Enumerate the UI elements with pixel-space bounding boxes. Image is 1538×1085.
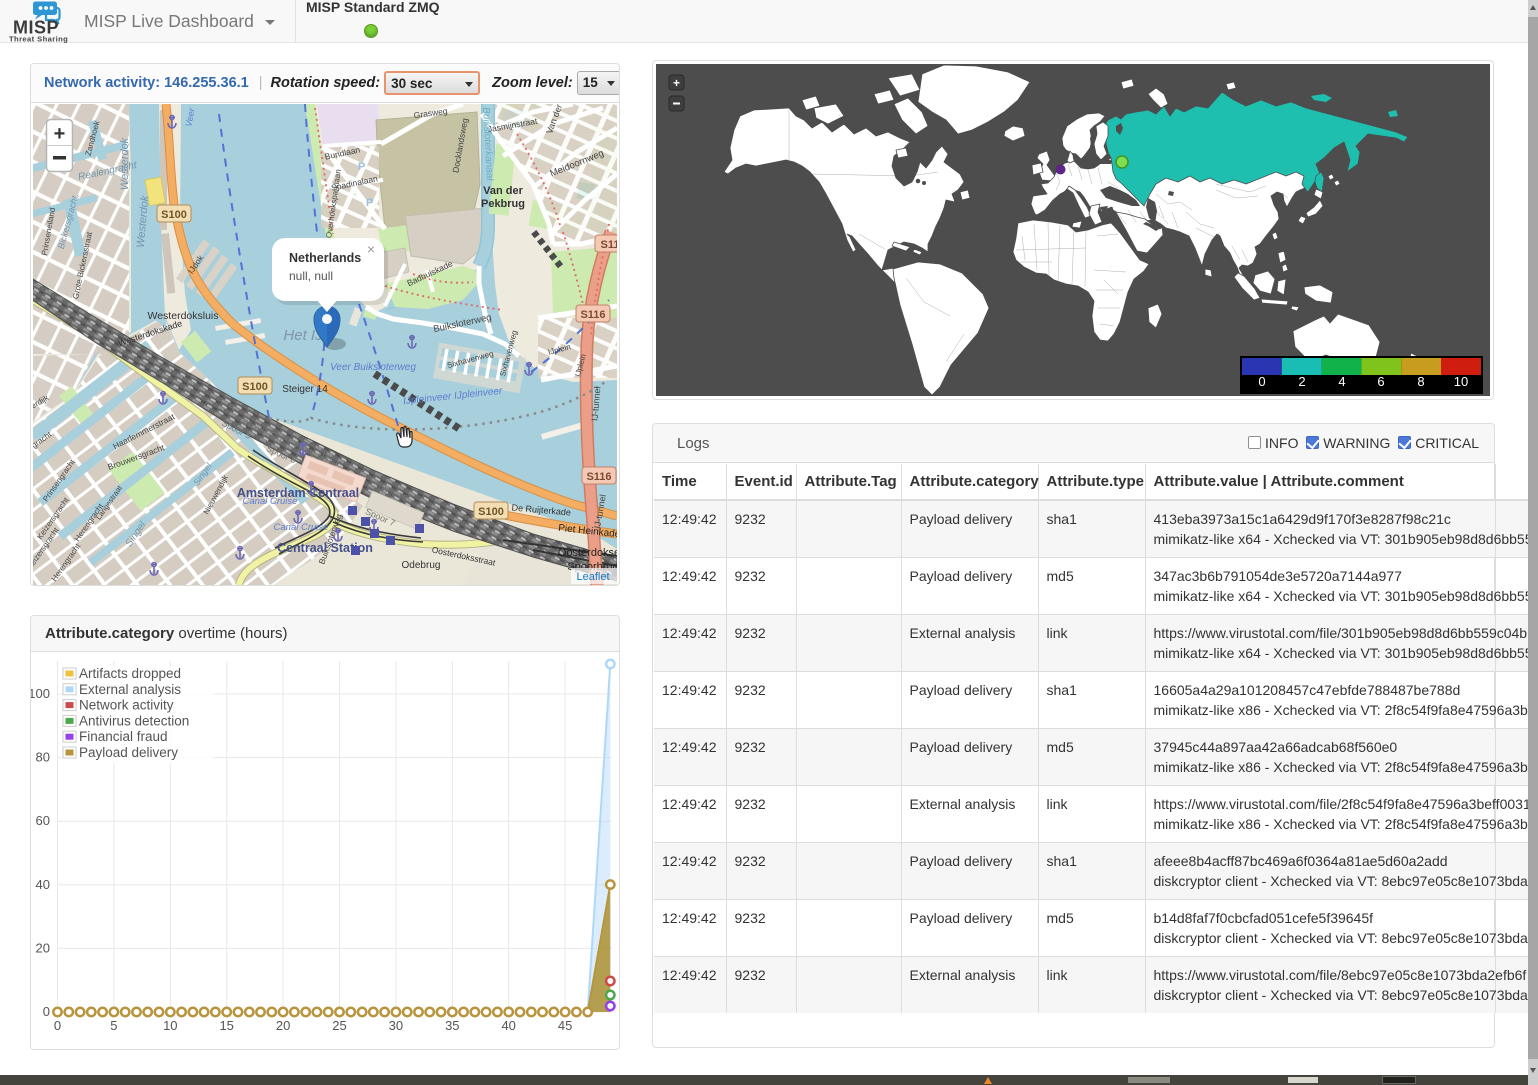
svg-text:Veer Buiksloterweg: Veer Buiksloterweg [330,362,416,373]
svg-text:Canal Cruise: Canal Cruise [243,496,298,507]
svg-text:0: 0 [43,1004,50,1019]
svg-text:0: 0 [54,1018,61,1033]
svg-text:+: + [54,123,66,145]
svg-text:S116: S116 [586,471,611,483]
svg-text:P: P [358,161,365,173]
svg-text:S100: S100 [242,381,268,393]
svg-text:Netherlands: Netherlands [289,251,361,265]
svg-text:S100: S100 [161,209,187,221]
svg-text:Odebrug: Odebrug [402,560,441,571]
svg-text:40: 40 [36,877,50,892]
svg-text:60: 60 [36,813,50,828]
svg-text:45: 45 [558,1018,572,1033]
svg-text:4: 4 [1338,374,1345,389]
svg-text:Pekbrug: Pekbrug [481,198,525,210]
svg-text:S11: S11 [601,239,617,251]
svg-text:40: 40 [501,1018,515,1033]
svg-text:2: 2 [1298,374,1305,389]
svg-text:10: 10 [163,1018,177,1033]
svg-text:0: 0 [1258,374,1265,389]
svg-text:Leaflet: Leaflet [576,571,609,583]
svg-text:Network activity: Network activity [79,698,174,713]
svg-text:5: 5 [110,1018,117,1033]
svg-text:6: 6 [1377,374,1384,389]
svg-text:80: 80 [36,750,50,765]
svg-text:Artifacts dropped: Artifacts dropped [79,666,181,681]
svg-text:Van der: Van der [483,185,523,197]
svg-text:Payload delivery: Payload delivery [79,745,178,760]
svg-text:20: 20 [36,940,50,955]
svg-text:20: 20 [276,1018,290,1033]
svg-text:S116: S116 [580,309,605,321]
svg-text:100: 100 [31,686,50,701]
svg-text:35: 35 [445,1018,459,1033]
svg-text:25: 25 [332,1018,346,1033]
svg-text:null, null: null, null [289,269,333,283]
svg-text:External analysis: External analysis [79,682,181,697]
svg-text:Antivirus detection: Antivirus detection [79,713,189,728]
svg-text:30: 30 [389,1018,403,1033]
svg-text:Steiger 14: Steiger 14 [282,384,328,395]
svg-text:15: 15 [219,1018,233,1033]
svg-text:Threat Sharing: Threat Sharing [9,35,68,44]
svg-text:+: + [673,76,680,90]
svg-text:×: × [367,241,375,257]
svg-text:Canal Cruise: Canal Cruise [274,522,329,533]
svg-text:P: P [366,197,373,209]
svg-text:Financial fraud: Financial fraud [79,729,168,744]
svg-text:Oosterdokse: Oosterdokse [558,547,617,559]
svg-text:S100: S100 [478,506,504,518]
svg-text:8: 8 [1417,374,1424,389]
svg-text:10: 10 [1454,374,1468,389]
svg-text:Westerdoksluis: Westerdoksluis [148,310,219,322]
